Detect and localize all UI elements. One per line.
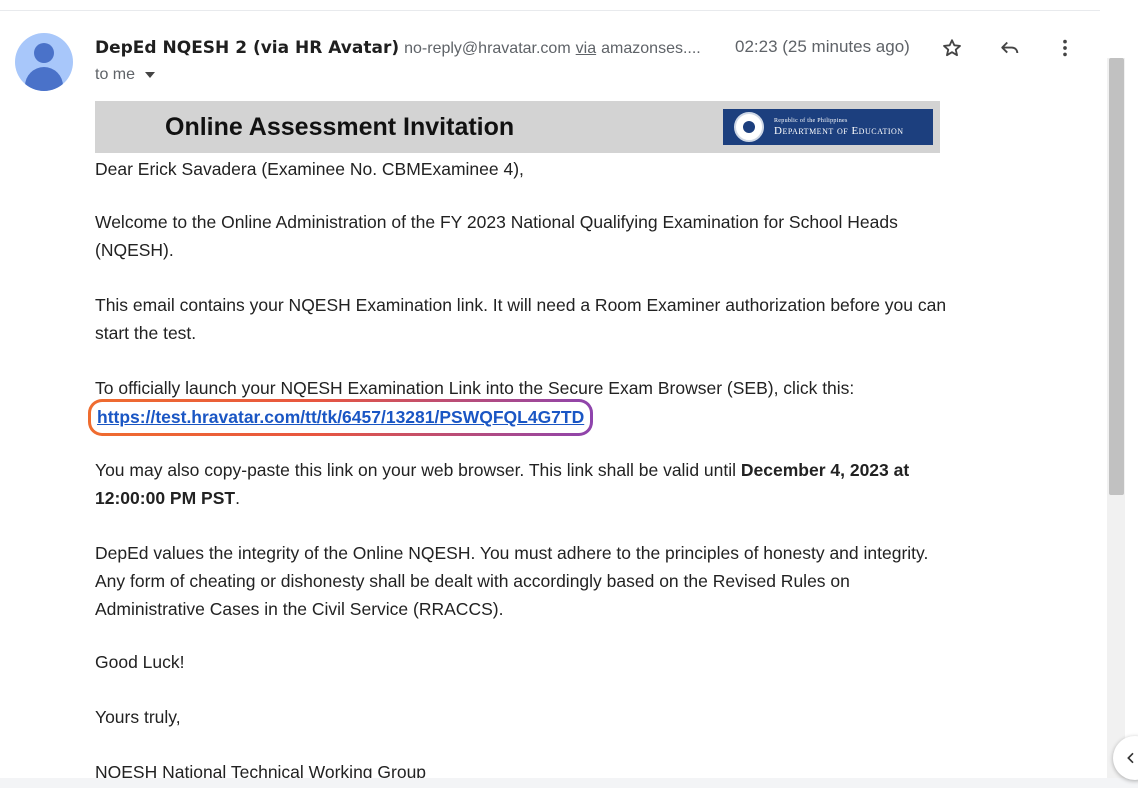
more-vert-icon: [1063, 39, 1067, 57]
timestamp[interactable]: 02:23 (25 minutes ago): [735, 35, 910, 59]
bottom-bar: [0, 778, 1138, 788]
recipients-toggle[interactable]: to me: [95, 64, 156, 86]
via-link[interactable]: via: [576, 40, 596, 57]
validity-paragraph: You may also copy-paste this link on you…: [95, 456, 955, 512]
avatar-body-shape: [25, 67, 63, 91]
validity-period: .: [235, 488, 240, 508]
star-icon: [943, 39, 961, 57]
validity-text: You may also copy-paste this link on you…: [95, 460, 741, 480]
email-banner: Online Assessment Invitation Republic of…: [95, 101, 940, 153]
logo-department-text: Department of Education: [774, 124, 904, 137]
avatar-head-shape: [34, 43, 54, 63]
star-button[interactable]: [938, 34, 966, 62]
sender-name[interactable]: DepEd NQESH 2 (via HR Avatar): [95, 38, 399, 58]
via-domain: amazonses....: [601, 40, 701, 57]
more-options-button[interactable]: [1051, 34, 1079, 62]
top-divider: [0, 10, 1100, 11]
sender-line: DepEd NQESH 2 (via HR Avatar) no-reply@h…: [95, 35, 701, 61]
closing-text: Yours truly,: [95, 707, 181, 727]
sender-avatar[interactable]: [15, 33, 73, 91]
contains-paragraph: This email contains your NQESH Examinati…: [95, 295, 947, 343]
to-me-label: to me: [95, 66, 136, 83]
banner-title: Online Assessment Invitation: [165, 113, 515, 141]
deped-logo: Republic of the Philippines Department o…: [723, 109, 933, 145]
greeting: Dear Erick Savadera (Examinee No. CBMExa…: [95, 159, 524, 179]
welcome-paragraph: Welcome to the Online Administration of …: [95, 212, 898, 260]
scrollbar-thumb[interactable]: [1109, 58, 1124, 495]
exam-link-highlight: https://test.hravatar.com/tt/tk/6457/132…: [88, 399, 593, 436]
reply-button[interactable]: [996, 34, 1024, 62]
reply-icon: [1001, 41, 1019, 54]
sender-email[interactable]: no-reply@hravatar.com: [404, 40, 571, 57]
caret-down-icon: [145, 72, 156, 78]
launch-paragraph: To officially launch your NQESH Examinat…: [95, 378, 855, 398]
chevron-left-icon: [1127, 752, 1134, 764]
deped-seal-icon: [734, 112, 764, 142]
logo-republic-text: Republic of the Philippines: [774, 117, 848, 124]
integrity-paragraph: DepEd values the integrity of the Online…: [95, 543, 929, 619]
exam-link[interactable]: https://test.hravatar.com/tt/tk/6457/132…: [97, 407, 584, 428]
good-luck-text: Good Luck!: [95, 652, 185, 672]
